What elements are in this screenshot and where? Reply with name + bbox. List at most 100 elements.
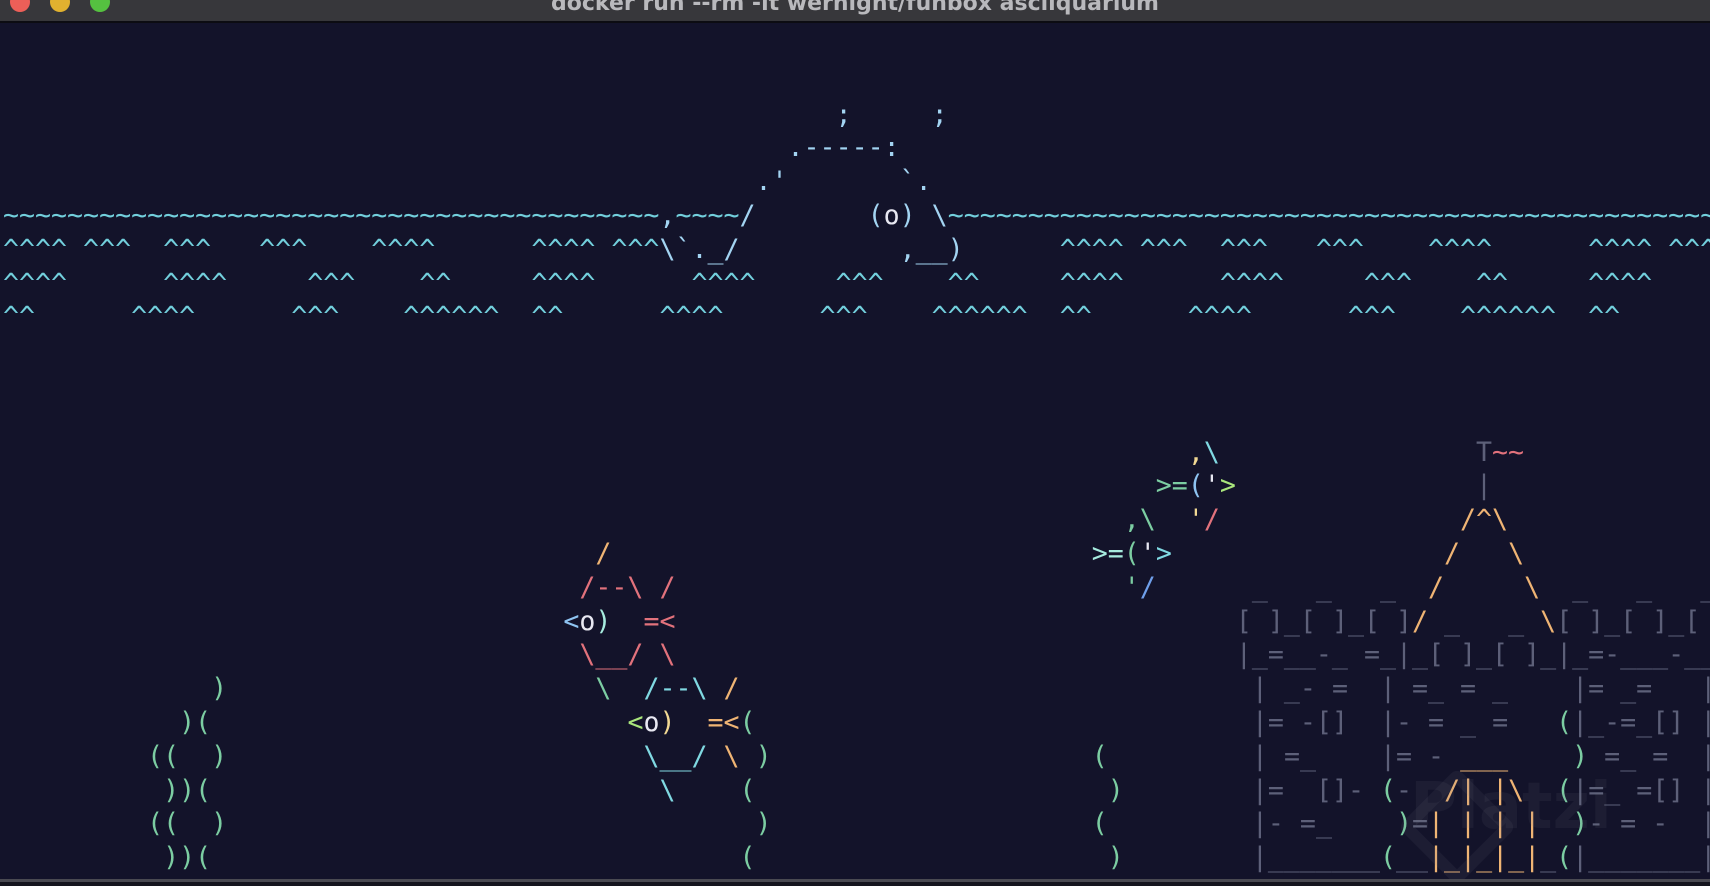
castle-door: ___ xyxy=(1460,740,1509,772)
terminal-row: / >=('> / \ xyxy=(3,537,1710,571)
seaweed: ( xyxy=(1556,706,1573,738)
castle-roof: \ xyxy=(1508,537,1525,569)
fish: ( xyxy=(1187,470,1204,502)
terminal-row xyxy=(3,368,1710,402)
window-titlebar[interactable]: docker run --rm -it wernight/funbox asci… xyxy=(0,0,1710,23)
whale: \ xyxy=(931,199,948,231)
seaweed: ) xyxy=(211,808,228,840)
big-fish: / xyxy=(659,571,676,603)
blank-space xyxy=(643,572,659,603)
blank-space xyxy=(3,808,147,839)
whale: / xyxy=(739,199,756,231)
seaweed: ) xyxy=(1107,842,1124,874)
seaweed: ( xyxy=(1379,842,1396,874)
blank-space xyxy=(740,234,900,265)
blank-space xyxy=(643,639,659,670)
seaweed: ) xyxy=(755,808,772,840)
terminal-row: ) \ /--\ / | _- = | =_ = _ |= _= | xyxy=(3,672,1710,706)
big-fish: ) xyxy=(595,605,612,637)
seaweed: ( xyxy=(739,706,756,738)
blank-space xyxy=(227,741,643,772)
blank-space xyxy=(3,606,563,637)
whale-spout: ; xyxy=(931,98,948,130)
blank-space xyxy=(3,639,579,670)
castle: |= -[] |- = _ = xyxy=(1235,706,1557,738)
blank-space xyxy=(1444,572,1524,603)
terminal-row xyxy=(3,402,1710,436)
blank-space xyxy=(772,808,1092,839)
fish: / xyxy=(1139,571,1156,603)
castle: | =_ |= - xyxy=(1235,740,1461,772)
blank-space xyxy=(708,673,724,704)
terminal-row: .-----: xyxy=(3,131,1710,165)
blank-space xyxy=(756,775,1108,806)
water-surface: ~~~~~~~~~~~~~~~~~~~~~~~~~~~~~~~~~~~~~~~~… xyxy=(3,199,660,231)
whale: ,__) xyxy=(899,233,964,265)
blank-space xyxy=(756,200,868,231)
big-fish: / xyxy=(595,537,612,569)
terminal-row: ^^ ^^^^ ^^^ ^^^^^^ ^^ ^^^^ ^^^ ^^^^^^ ^^… xyxy=(3,300,1710,334)
fish: ' xyxy=(1123,571,1140,603)
seaweed: ) xyxy=(1572,740,1589,772)
fish: / xyxy=(1203,504,1220,536)
big-fish: \ xyxy=(595,673,612,705)
big-fish: =< xyxy=(707,706,740,738)
blank-space xyxy=(3,741,147,772)
castle-roof: / xyxy=(1444,537,1461,569)
terminal-row: ,\ '/ /^\ xyxy=(3,503,1710,537)
window-title: docker run --rm -it wernight/funbox asci… xyxy=(551,0,1159,16)
seaweed: ) xyxy=(1107,774,1124,806)
seaweed: (( xyxy=(147,808,180,840)
blank-space xyxy=(1156,504,1188,535)
blank-space xyxy=(1220,437,1476,468)
terminal-row: ~~~~~~~~~~~~~~~~~~~~~~~~~~~~~~~~~~~~~~~~… xyxy=(3,199,1710,233)
whale: `. xyxy=(899,166,932,198)
blank-space xyxy=(1108,741,1236,772)
whale: \`._/ xyxy=(659,233,740,265)
terminal-screen[interactable]: ; ; .-----: .' `. ~~~~~~~~~~~~~~~~~~~~~~~… xyxy=(3,30,1710,879)
blank-space xyxy=(3,572,579,603)
seaweed: ( xyxy=(739,842,756,874)
castle-roof: / xyxy=(1412,605,1429,637)
blank-space xyxy=(179,741,211,772)
big-fish: \ xyxy=(659,774,676,806)
blank-space xyxy=(1124,842,1236,873)
water-surface: ~~~~~~~~~~~~~~~~~~~~~~~~~~~~~~~~~~~~~~~~… xyxy=(947,199,1710,231)
blank-space xyxy=(611,673,643,704)
blank-space xyxy=(1508,741,1572,772)
blank-space xyxy=(3,166,756,197)
blank-space xyxy=(3,470,1156,501)
blank-space xyxy=(211,707,627,738)
castle: |_______ xyxy=(1235,842,1380,874)
seaweed: ( xyxy=(739,774,756,806)
fish: ' xyxy=(1187,504,1204,536)
castle: | _- = | =_ = _ |= _= | xyxy=(1235,673,1710,705)
terminal-row: (( ) \__/ \ ) ( | =_ |= - ___ ) =_ = | xyxy=(3,740,1710,774)
terminal-row xyxy=(3,64,1710,98)
blank-space xyxy=(1156,572,1236,603)
whale: .' xyxy=(755,166,788,198)
blank-space xyxy=(675,707,707,738)
blank-space xyxy=(1108,808,1236,839)
big-fish-eye: o xyxy=(643,706,660,738)
blank-space xyxy=(3,99,836,130)
blank-space xyxy=(852,99,932,130)
blank-space xyxy=(611,538,1091,569)
fish: > xyxy=(1155,537,1172,569)
castle-roof: \ xyxy=(1540,605,1557,637)
castle: _ _ _ xyxy=(1235,571,1429,603)
blank-space xyxy=(227,808,755,839)
whale: , xyxy=(659,199,676,231)
blank-space xyxy=(611,606,643,637)
blank-space xyxy=(179,808,211,839)
castle: |- =_ xyxy=(1235,808,1396,840)
seaweed: ))( xyxy=(163,774,212,806)
big-fish: \ xyxy=(659,639,676,671)
terminal-row: )( <o) =<( |= -[] |- = _ = (|_-=_[] | xyxy=(3,706,1710,740)
castle-flag: ~~ xyxy=(1492,436,1525,468)
big-fish: =< xyxy=(643,605,676,637)
castle-roof: \ xyxy=(1524,571,1541,603)
blank-space xyxy=(675,775,739,806)
blank-space xyxy=(3,707,179,738)
terminal-row: ^^^^ ^^^^ ^^^ ^^ ^^^^ ^^^^ ^^^ ^^ ^^^^ ^… xyxy=(3,267,1710,301)
